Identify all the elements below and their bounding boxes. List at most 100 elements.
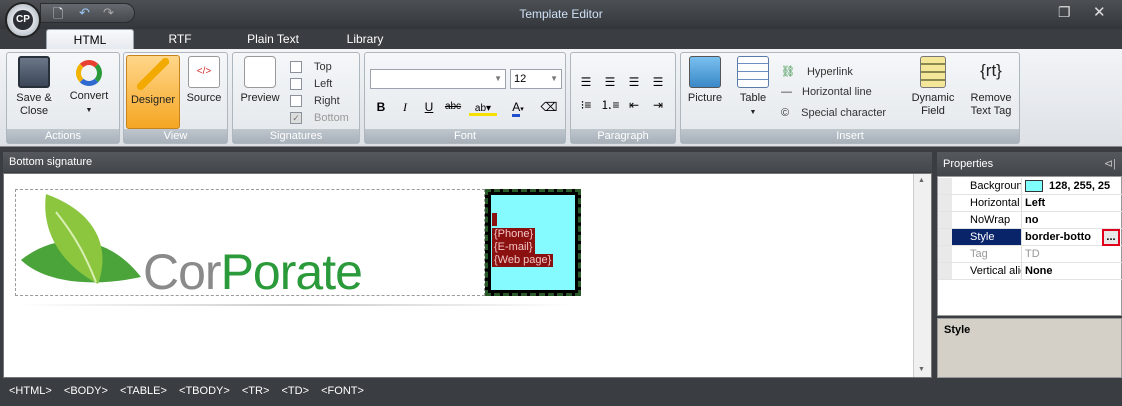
code-icon: </>: [188, 56, 220, 88]
restore-icon[interactable]: ❐: [1058, 4, 1071, 21]
insert-group-label: Insert: [681, 129, 1019, 143]
convert-label: Convert: [69, 90, 109, 102]
new-document-icon[interactable]: 🗋: [53, 5, 63, 27]
convert-button[interactable]: Convert ▼: [63, 56, 115, 117]
tab-plain-text[interactable]: Plain Text: [235, 29, 311, 49]
hyperlink-icon: ⛓: [781, 66, 795, 78]
scroll-down-icon[interactable]: ▼: [918, 366, 925, 373]
tab-html[interactable]: HTML: [46, 29, 134, 49]
preview-button[interactable]: Preview: [235, 56, 285, 105]
font-size-combo[interactable]: 12 ▼: [510, 69, 562, 89]
property-row[interactable]: Vertical alignmNone: [938, 263, 1122, 280]
signatures-group-label: Signatures: [233, 129, 359, 143]
highlight-color-button[interactable]: ab▾: [469, 98, 497, 116]
align-left-icon[interactable]: ☰: [576, 73, 596, 91]
document-title: Bottom signature: [9, 156, 93, 168]
chevron-down-icon: ▼: [494, 74, 502, 83]
insert-group: Picture Table ▼ ⛓ Hyperlink — Horizontal l…: [680, 52, 1020, 144]
element-path-bar: <HTML> <BODY> <TABLE> <TBODY> <TR> <TD> …: [0, 378, 1122, 406]
align-justify-icon[interactable]: ☰: [648, 73, 668, 91]
remove-text-tag-button[interactable]: {rt} Remove Text Tag: [963, 56, 1019, 118]
right-checkbox[interactable]: Right: [290, 95, 340, 108]
properties-title: Properties: [943, 158, 994, 170]
quick-access-toolbar: 🗋 ↶ ↷: [40, 3, 135, 23]
document-title-bar: Bottom signature: [3, 152, 932, 172]
table-button[interactable]: Table ▼: [731, 56, 775, 119]
outdent-icon[interactable]: ⇤: [624, 96, 644, 114]
align-right-icon[interactable]: ☰: [624, 73, 644, 91]
horizontal-line-button[interactable]: — Horizontal line: [781, 86, 872, 98]
selected-table-cell[interactable]: {Phone} {E-mail} {Web page}: [485, 189, 581, 296]
underline-button[interactable]: U: [419, 98, 439, 116]
app-logo-icon: CP: [13, 10, 33, 30]
tab-library[interactable]: Library: [330, 29, 400, 49]
tab-rtf[interactable]: RTF: [145, 29, 215, 49]
property-row[interactable]: Horizontal aliLeft: [938, 195, 1122, 212]
properties-header: Properties ⊲|: [937, 152, 1122, 176]
bottom-checkbox[interactable]: ✓ Bottom: [290, 112, 349, 125]
special-character-button[interactable]: © Special character: [781, 107, 886, 119]
dynamic-field-button[interactable]: Dynamic Field: [907, 56, 959, 118]
property-description: Style: [937, 318, 1122, 378]
leaf-logo-icon: [21, 194, 141, 284]
checkbox-icon: [290, 78, 302, 91]
chevron-down-icon: ▼: [550, 74, 558, 83]
view-group: Designer </> Source View: [123, 52, 228, 144]
application-menu-button[interactable]: CP: [5, 2, 41, 38]
property-description-title: Style: [944, 324, 971, 336]
font-group: ▼ 12 ▼ B I U abc ab▾ A▾ ⌫ Font: [364, 52, 566, 144]
bold-button[interactable]: B: [371, 98, 391, 116]
close-icon[interactable]: ✕: [1093, 3, 1106, 21]
bullet-list-icon[interactable]: ⁝≡: [576, 96, 596, 114]
align-center-icon[interactable]: ☰: [600, 73, 620, 91]
phone-field[interactable]: {Phone}: [492, 228, 536, 241]
title-bar: Template Editor ❐ ✕: [0, 0, 1122, 29]
element-path[interactable]: <HTML> <BODY> <TABLE> <TBODY> <TR> <TD> …: [9, 385, 364, 397]
save-icon: [18, 56, 50, 88]
numbered-list-icon[interactable]: ⒈≡: [600, 96, 620, 114]
scroll-up-icon[interactable]: ▲: [918, 177, 925, 184]
color-swatch: [1025, 180, 1043, 193]
company-logo: CorPorate: [143, 244, 363, 300]
picture-button[interactable]: Picture: [683, 56, 727, 105]
left-checkbox[interactable]: Left: [290, 78, 332, 91]
font-name-combo[interactable]: ▼: [370, 69, 506, 89]
save-close-label: Save & Close: [16, 92, 52, 117]
property-row[interactable]: NoWrap no: [938, 212, 1122, 229]
actions-group-label: Actions: [7, 129, 119, 143]
font-group-label: Font: [365, 129, 565, 143]
chevron-down-icon: ▼: [85, 107, 93, 114]
property-row[interactable]: Tag TD: [938, 246, 1122, 263]
indent-icon[interactable]: ⇥: [648, 96, 668, 114]
view-group-label: View: [124, 129, 227, 143]
email-field[interactable]: {E-mail}: [492, 241, 535, 254]
top-checkbox[interactable]: Top: [290, 61, 332, 74]
undo-icon[interactable]: ↶: [79, 5, 90, 21]
redo-icon[interactable]: ↷: [103, 5, 114, 21]
field-marker: [492, 213, 497, 226]
magnifier-icon: [244, 56, 276, 88]
properties-grid: Background c128, 255, 25 Horizontal aliL…: [937, 176, 1122, 316]
font-color-button[interactable]: A▾: [503, 98, 533, 117]
picture-icon: [689, 56, 721, 88]
dynamic-field-icon: [920, 56, 946, 88]
ellipsis-button[interactable]: ...: [1102, 229, 1120, 246]
clear-formatting-icon[interactable]: ⌫: [539, 98, 559, 116]
designer-button[interactable]: Designer: [126, 55, 180, 129]
save-close-button[interactable]: Save & Close: [9, 56, 59, 118]
italic-button[interactable]: I: [395, 98, 415, 116]
property-row-style[interactable]: Style border-botto...: [938, 229, 1122, 246]
pin-icon[interactable]: ⊲|: [1104, 152, 1116, 176]
signature-editor[interactable]: CorPorate {Phone} {E-mail} {Web page}: [3, 173, 932, 378]
source-label: Source: [186, 92, 222, 104]
actions-group: Save & Close Convert ▼ Actions: [6, 52, 120, 144]
editor-scrollbar[interactable]: ▲ ▼: [913, 174, 931, 377]
hyperlink-button[interactable]: ⛓ Hyperlink: [781, 65, 853, 78]
pencil-icon: [137, 58, 169, 90]
property-row[interactable]: Background c128, 255, 25: [938, 178, 1122, 195]
source-button[interactable]: </> Source: [182, 56, 226, 105]
table-icon: [737, 56, 769, 88]
strikethrough-button[interactable]: abc: [443, 98, 463, 116]
convert-icon: [76, 60, 102, 86]
web-page-field[interactable]: {Web page}: [492, 254, 554, 267]
